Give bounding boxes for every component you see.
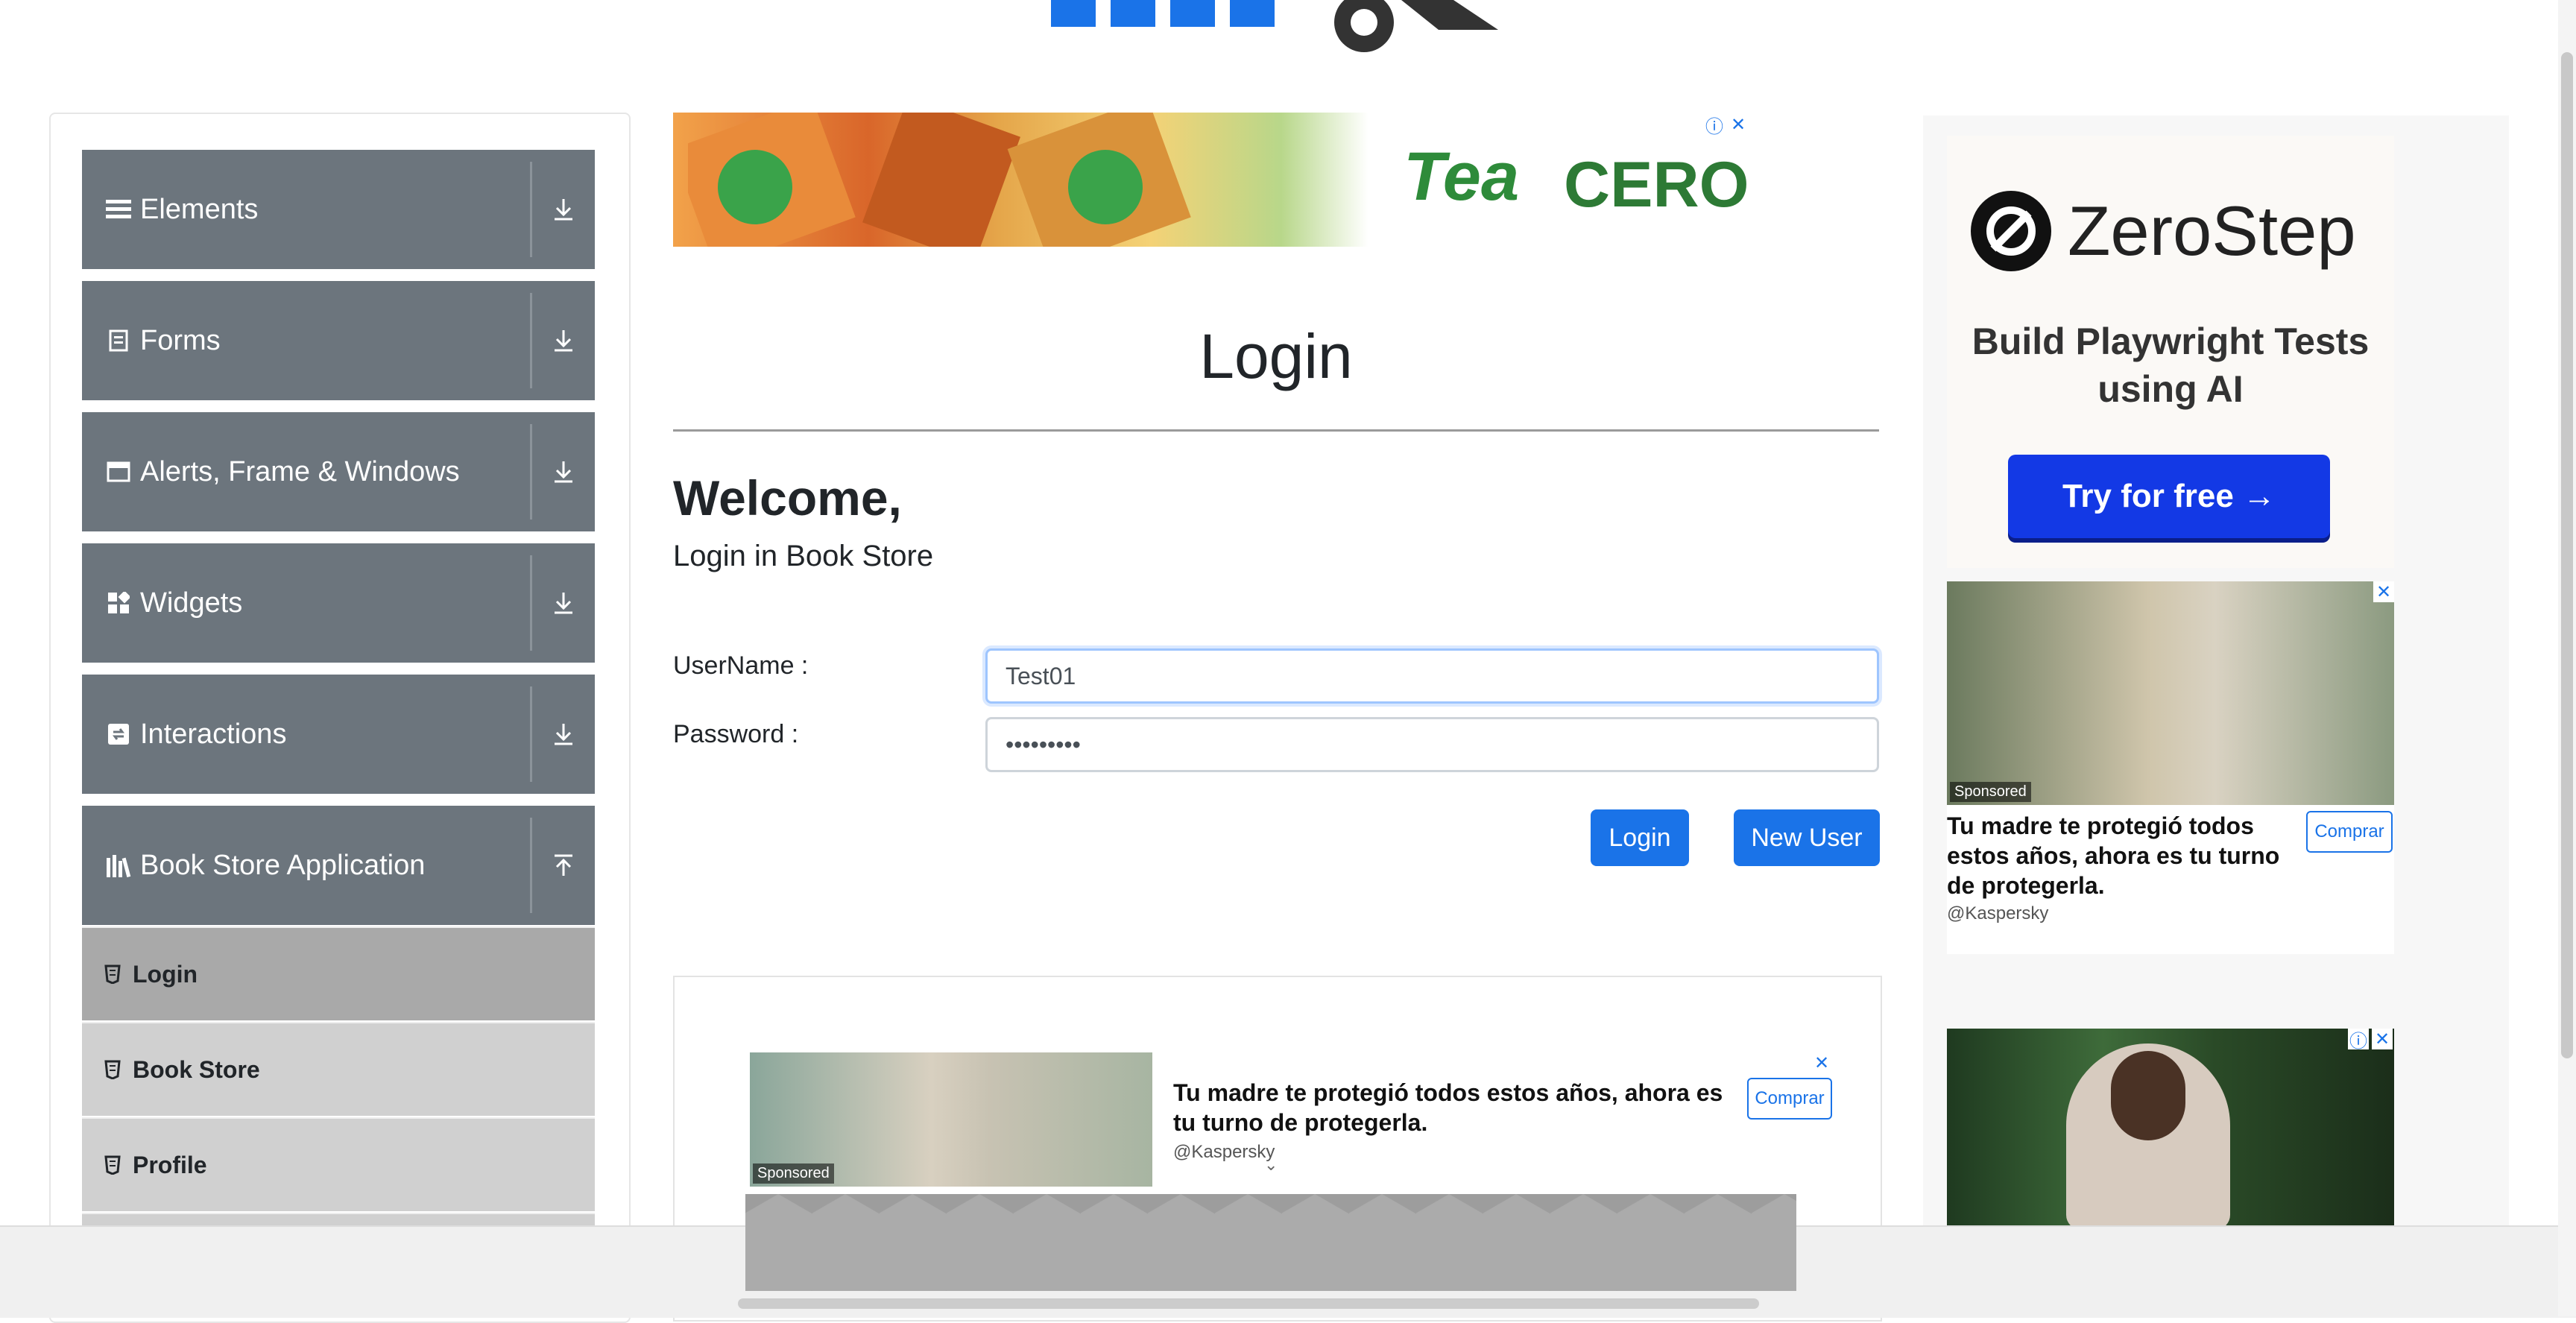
try-for-free-button[interactable]: Try for free → — [2008, 455, 2330, 538]
zerostep-brand: ZeroStep — [2068, 192, 2356, 270]
zerostep-ad[interactable]: ZeroStep Build Playwright Tests using AI… — [1947, 136, 2394, 568]
username-label: UserName : — [673, 651, 809, 680]
sidebar-group-book-store-application[interactable]: Book Store Application — [82, 806, 595, 925]
sidebar: Elements Forms Alerts, Frame & Windows W… — [49, 113, 631, 1323]
ad-info-icon[interactable]: ⓘ — [2348, 1029, 2369, 1052]
sidebar-group-label: Forms — [140, 324, 221, 356]
divider — [673, 429, 1879, 432]
ad-close-icon[interactable]: ✕ — [2372, 1029, 2393, 1049]
html5-icon — [104, 964, 127, 984]
ad-text: Tu madre te protegió todos estos años, a… — [1173, 1079, 1723, 1136]
ad-source: @Kaspersky — [1947, 903, 2049, 923]
download-arrow-icon[interactable] — [532, 460, 595, 484]
horizontal-scrollbar[interactable] — [738, 1298, 1759, 1309]
sidebar-item-label: Login — [133, 960, 198, 988]
sponsored-label: Sponsored — [753, 1163, 834, 1184]
ad-source: @Kaspersky — [1173, 1142, 1275, 1162]
sidebar-group-alerts[interactable]: Alerts, Frame & Windows — [82, 412, 595, 531]
bottom-ad[interactable]: Sponsored Tu madre te protegió todos est… — [750, 1052, 1834, 1194]
sidebar-group-label: Widgets — [140, 587, 243, 619]
ad-close-icon[interactable]: ✕ — [1811, 1052, 1832, 1073]
sidebar-group-widgets[interactable]: Widgets — [82, 543, 595, 663]
login-subtitle: Login in Book Store — [673, 540, 934, 572]
sidebar-group-elements[interactable]: Elements — [82, 150, 595, 269]
sidebar-item-profile[interactable]: Profile — [82, 1117, 595, 1211]
sidebar-group-label: Book Store Application — [140, 849, 426, 881]
ad-brand: Tea — [1404, 139, 1520, 215]
sidebar-item-label: Profile — [133, 1151, 207, 1178]
username-input[interactable]: Test01 — [985, 648, 1879, 704]
download-arrow-icon[interactable] — [532, 198, 595, 221]
sidebar-group-label: Alerts, Frame & Windows — [140, 455, 460, 487]
ad-close-icon[interactable]: ✕ — [1728, 114, 1749, 135]
form-icon — [106, 328, 131, 353]
ad-cta-button[interactable]: Comprar — [1747, 1078, 1832, 1120]
ad-text: Tu madre te protegió todos estos años, a… — [1947, 812, 2280, 899]
bottle-image — [688, 113, 1191, 247]
top-ad-banner[interactable]: Tea CERO ⓘ ✕ — [673, 113, 1759, 247]
ad-close-icon[interactable]: ✕ — [2373, 581, 2394, 602]
login-button[interactable]: Login — [1591, 809, 1689, 866]
page-title: Login — [1199, 321, 1353, 391]
ad-info-icon[interactable]: ⓘ — [1704, 114, 1725, 137]
kaspersky-ad[interactable]: Sponsored ✕ Tu madre te protegió todos e… — [1947, 581, 2394, 954]
chevron-down-icon[interactable]: ⌄ — [1264, 1155, 1278, 1175]
vertical-scrollbar-thumb[interactable] — [2561, 52, 2573, 1058]
welcome-heading: Welcome, — [673, 470, 902, 525]
html5-icon — [104, 1060, 127, 1079]
sidebar-item-book-store[interactable]: Book Store — [82, 1022, 595, 1116]
sidebar-item-label: Book Store — [133, 1055, 260, 1083]
zerostep-logo-icon — [1971, 191, 2051, 271]
interactions-icon — [106, 722, 131, 747]
upload-arrow-icon[interactable] — [532, 853, 595, 877]
zerostep-logo: ZeroStep — [1971, 191, 2356, 271]
sponsored-label: Sponsored — [1950, 782, 2031, 802]
sidebar-item-login[interactable]: Login — [82, 926, 595, 1020]
download-arrow-icon[interactable] — [532, 591, 595, 615]
html5-icon — [104, 1155, 127, 1175]
password-input[interactable]: ••••••••• — [985, 717, 1879, 772]
books-icon — [106, 853, 131, 878]
download-arrow-icon[interactable] — [532, 722, 595, 746]
ad-label: CERO — [1564, 149, 1749, 221]
image-ad[interactable]: ⓘ ✕ — [1947, 1029, 2394, 1230]
ad-cta-button[interactable]: Comprar — [2306, 811, 2393, 853]
list-icon — [106, 197, 131, 222]
password-label: Password : — [673, 720, 799, 748]
sidebar-group-label: Interactions — [140, 718, 287, 750]
ad-image: Sponsored — [750, 1052, 1152, 1187]
widgets-icon — [106, 590, 131, 616]
download-arrow-icon[interactable] — [532, 329, 595, 353]
new-user-button[interactable]: New User — [1734, 809, 1880, 866]
ad-face-image — [2111, 1051, 2185, 1140]
zerostep-tagline: Build Playwright Tests using AI — [1972, 321, 2370, 410]
ad-pattern-banner-overlay[interactable] — [745, 1194, 1796, 1291]
sidebar-group-interactions[interactable]: Interactions — [82, 675, 595, 794]
toolsqa-logo[interactable] — [1051, 0, 1528, 61]
window-icon — [106, 459, 131, 484]
ad-image: Sponsored — [1947, 581, 2394, 805]
sidebar-group-label: Elements — [140, 193, 259, 225]
sidebar-group-forms[interactable]: Forms — [82, 281, 595, 400]
